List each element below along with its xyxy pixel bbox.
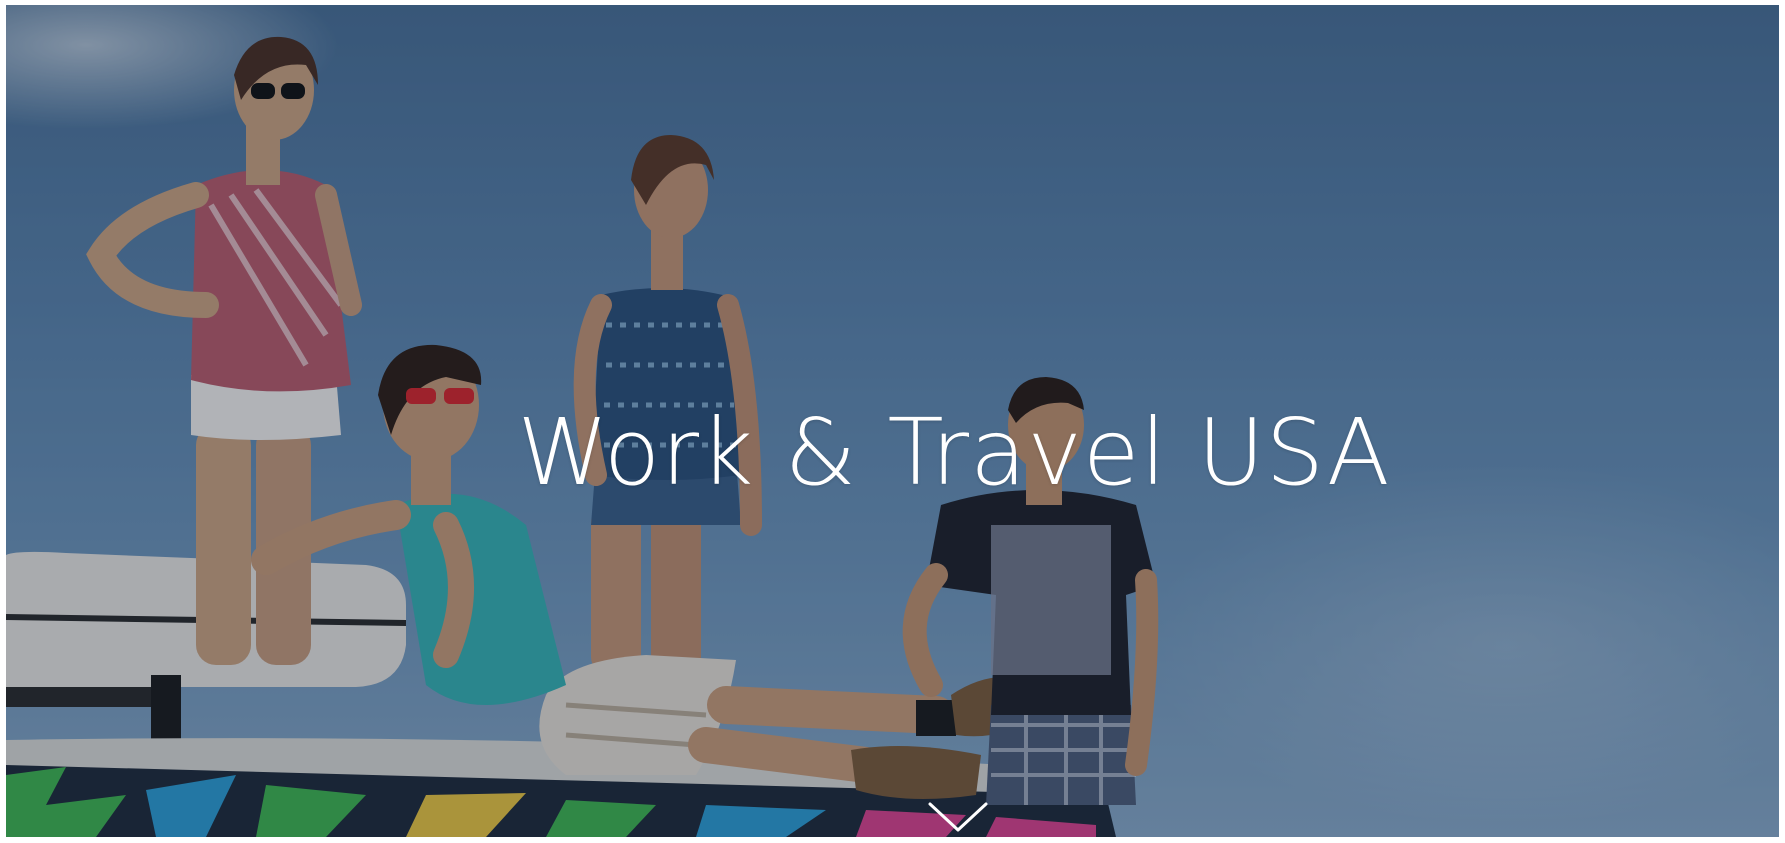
- chevron-down-icon: [928, 802, 988, 832]
- hero-title: Work & Travel USA: [517, 398, 1391, 506]
- scroll-down-button[interactable]: [918, 798, 998, 838]
